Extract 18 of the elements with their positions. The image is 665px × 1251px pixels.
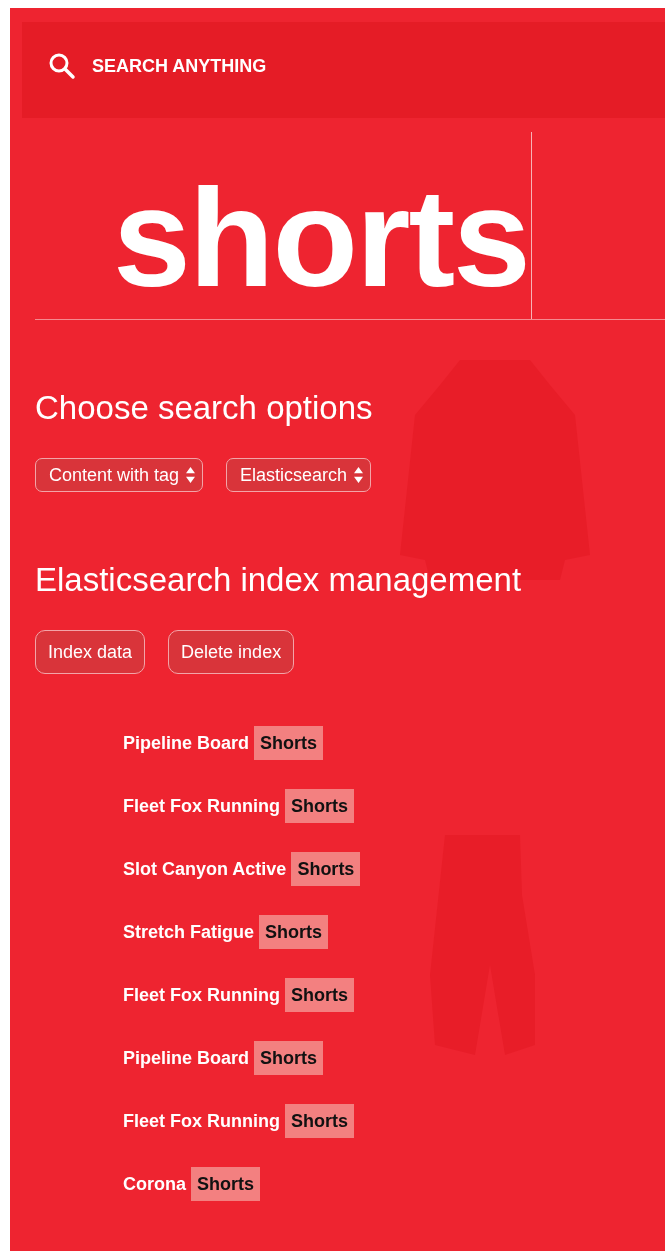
search-label[interactable]: SEARCH ANYTHING — [92, 55, 267, 77]
search-result-link[interactable]: Pipeline Board Shorts — [123, 726, 324, 760]
updown-caret-icon — [354, 466, 364, 484]
search-result-link[interactable]: Fleet Fox Running Shorts — [123, 1104, 354, 1138]
dropdown[interactable]: Content with tag — [35, 458, 204, 492]
search-result-link[interactable]: Stretch Fatigue Shorts — [123, 915, 329, 949]
action-button[interactable]: Index data — [35, 630, 146, 674]
search-icon[interactable] — [48, 52, 76, 80]
search-result-link[interactable]: Slot Canyon Active Shorts — [123, 852, 361, 886]
search-result-link[interactable]: Pipeline Board Shorts — [123, 1041, 324, 1075]
search-result-link[interactable]: Fleet Fox Running Shorts — [123, 789, 354, 823]
updown-caret-icon — [186, 466, 196, 484]
search-result-link[interactable]: Fleet Fox Running Shorts — [123, 978, 354, 1012]
search-input-field[interactable]: shorts — [35, 132, 665, 320]
section-heading: Elasticsearch index management — [35, 560, 522, 600]
dropdown[interactable]: Elasticsearch — [226, 458, 372, 492]
section-heading: Choose search options — [35, 388, 373, 428]
action-button[interactable]: Delete index — [168, 630, 295, 674]
